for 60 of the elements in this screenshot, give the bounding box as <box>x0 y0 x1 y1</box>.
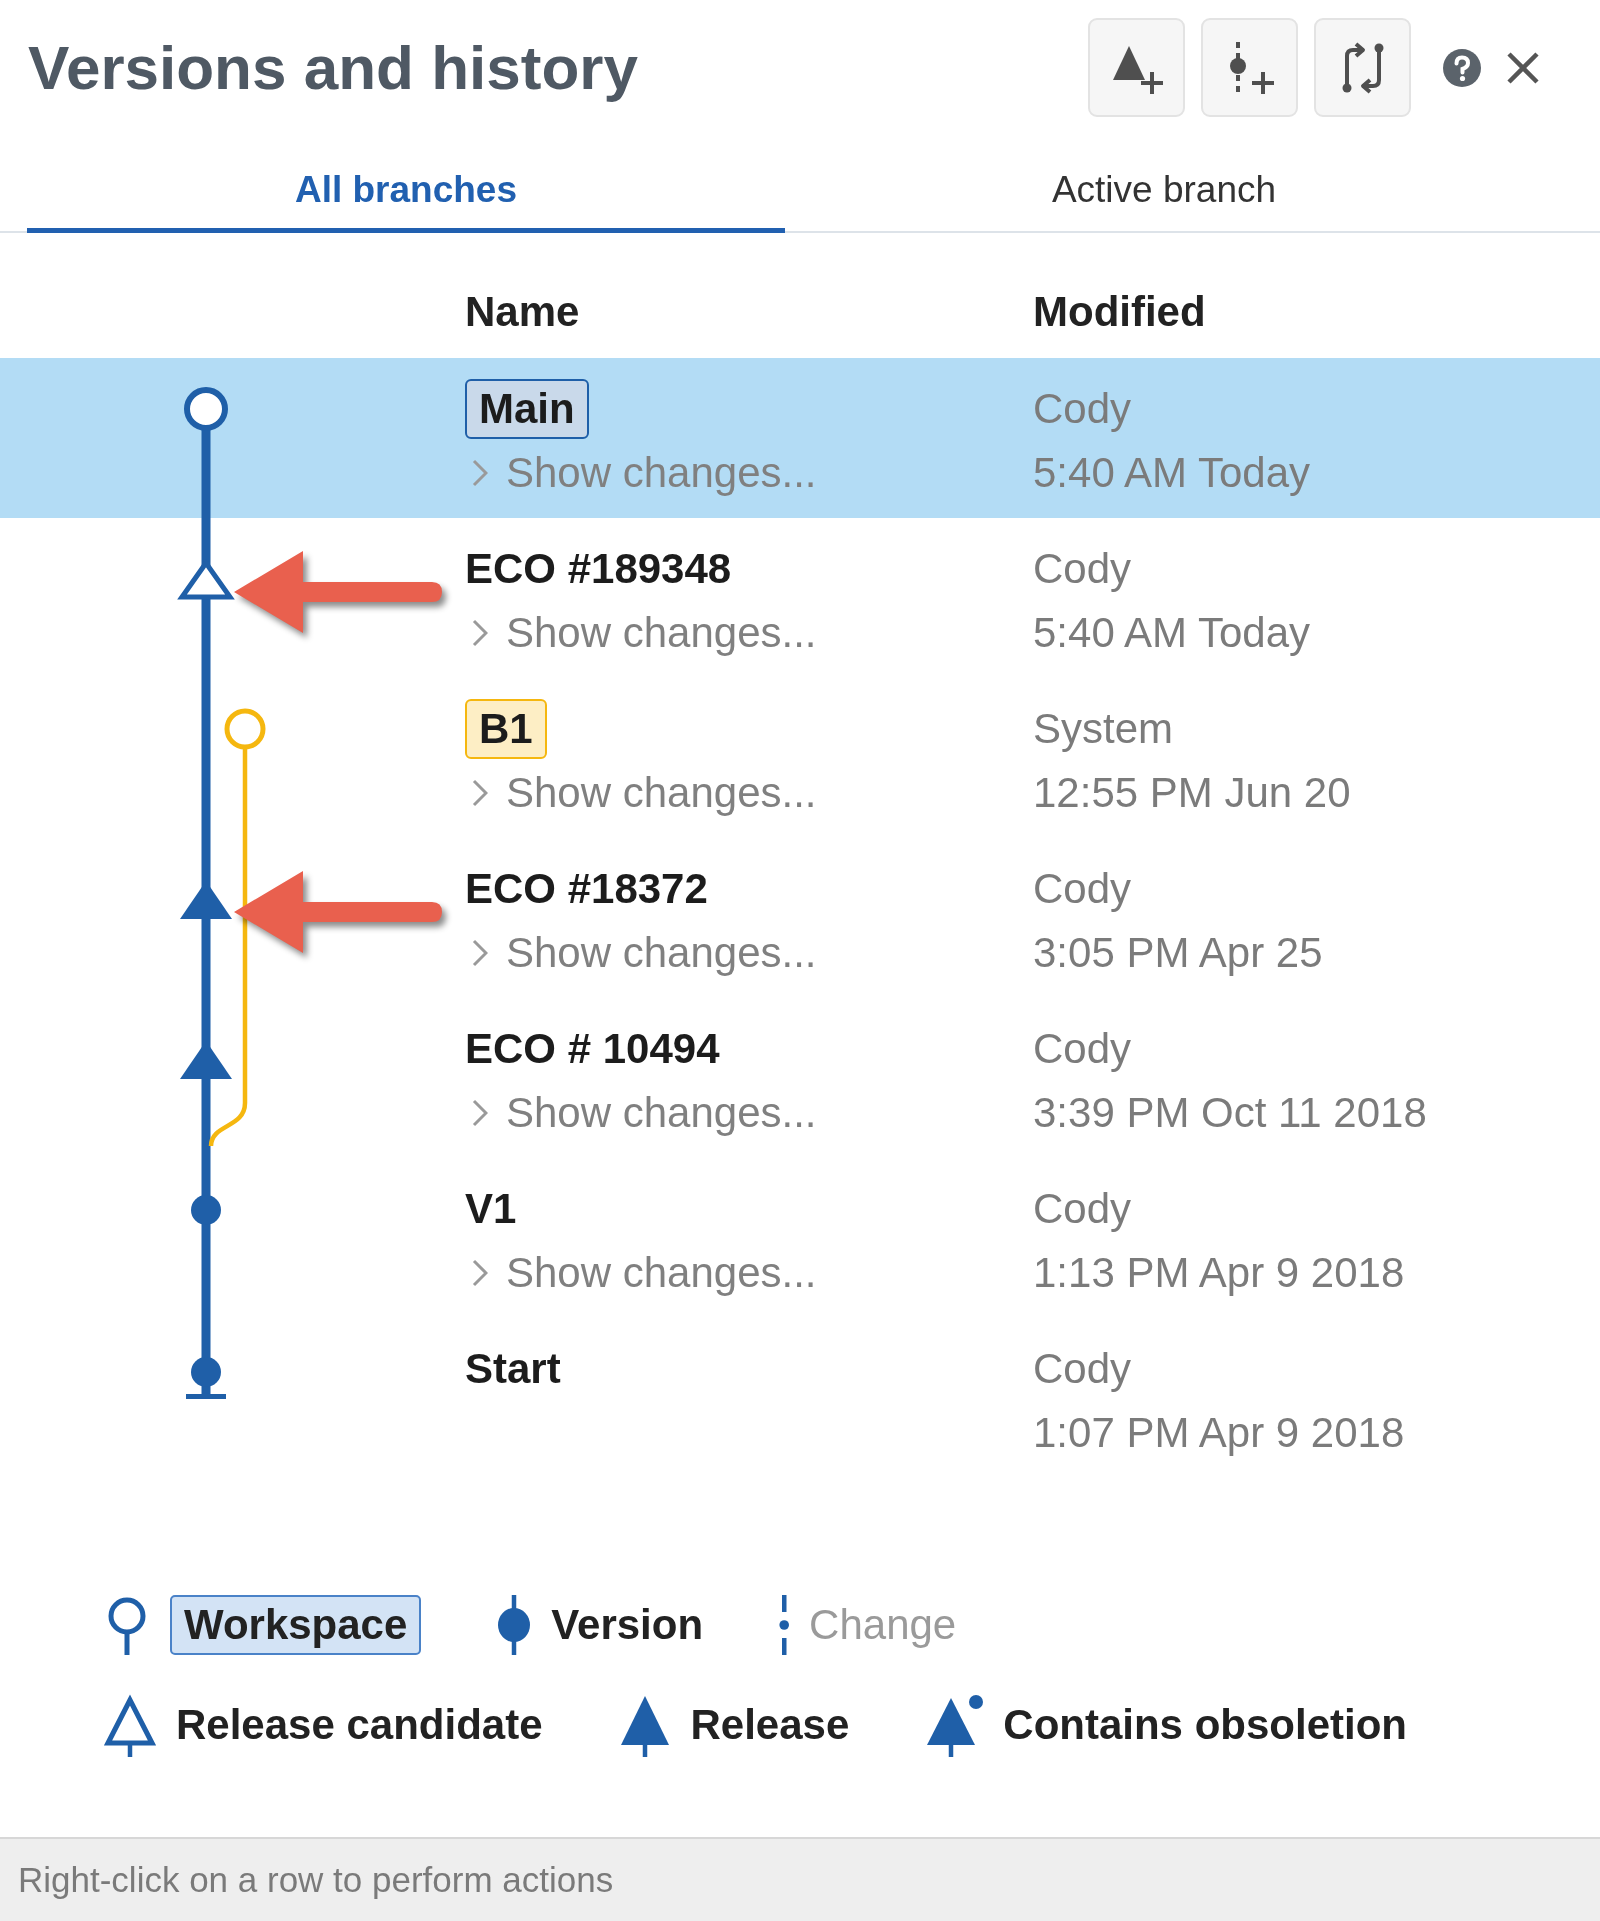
toolbar-button[interactable] <box>1088 18 1185 117</box>
legend-label: Contains obsoletion <box>1003 1701 1407 1749</box>
show-changes-toggle[interactable]: Show changes... <box>465 601 817 665</box>
version-row[interactable]: V1 Show changes... Cody 1:13 PM Apr 9 2018 <box>0 1158 1600 1318</box>
workspace-badge: B1 <box>465 699 547 759</box>
legend-label: Change <box>809 1601 957 1649</box>
show-changes-toggle[interactable]: Show changes... <box>465 1081 817 1145</box>
author-name: System <box>1033 704 1174 754</box>
legend-label: Release candidate <box>176 1701 543 1749</box>
chevron-icon <box>472 779 488 807</box>
triangle-dot-icon <box>925 1693 984 1757</box>
column-header[interactable]: Name <box>465 287 1033 337</box>
toolbar-button[interactable] <box>1201 18 1298 117</box>
show-changes-toggle[interactable]: Show changes... <box>465 1241 817 1305</box>
panel-title: Versions and history <box>28 31 639 104</box>
open-triangle-icon <box>104 1693 156 1757</box>
author-name: Cody <box>1033 544 1132 594</box>
modified-time: 3:39 PM Oct 11 2018 <box>1033 1088 1427 1138</box>
help-icon[interactable] <box>1443 48 1481 87</box>
status-text: Right-click on a row to perform actions <box>18 1860 614 1900</box>
legend-label: Release <box>690 1701 850 1749</box>
legend-label: Version <box>551 1601 704 1649</box>
toolbar-button[interactable] <box>1314 18 1411 117</box>
author-name: Cody <box>1033 1344 1132 1394</box>
version-name: ECO #18372 <box>465 864 708 914</box>
legend-label: Workspace <box>170 1595 422 1655</box>
modified-time: 5:40 AM Today <box>1033 608 1311 658</box>
chevron-icon <box>472 1259 488 1287</box>
show-changes-toggle[interactable]: Show changes... <box>465 921 817 985</box>
version-row[interactable]: Main Show changes... Cody 5:40 AM Today <box>0 358 1600 518</box>
version-name: ECO #189348 <box>465 544 732 594</box>
chevron-icon <box>472 939 488 967</box>
filled-dot-icon <box>497 1595 532 1655</box>
close-icon[interactable] <box>1506 50 1540 85</box>
workspace-badge: Main <box>465 379 589 439</box>
version-row[interactable]: B1 Show changes... System 12:55 PM Jun 20 <box>0 678 1600 838</box>
modified-time: 3:05 PM Apr 25 <box>1033 928 1323 978</box>
version-name: V1 <box>465 1184 517 1234</box>
version-row[interactable]: ECO #189348 Show changes... Cody 5:40 AM Today <box>0 518 1600 678</box>
chevron-icon <box>472 619 488 647</box>
version-row[interactable]: Start Cody 1:07 PM Apr 9 2018 <box>0 1318 1600 1478</box>
modified-time: 1:13 PM Apr 9 2018 <box>1033 1248 1405 1298</box>
show-changes-toggle[interactable]: Show changes... <box>465 761 817 825</box>
tab[interactable]: All branches <box>27 117 785 233</box>
chevron-icon <box>472 1099 488 1127</box>
version-row[interactable]: ECO # 10494 Show changes... Cody 3:39 PM Oct 11 2018 <box>0 998 1600 1158</box>
column-header[interactable]: Modified <box>1033 287 1600 337</box>
modified-time: 5:40 AM Today <box>1033 448 1311 498</box>
modified-time: 12:55 PM Jun 20 <box>1033 768 1351 818</box>
author-name: Cody <box>1033 384 1132 434</box>
chevron-icon <box>472 459 488 487</box>
author-name: Cody <box>1033 864 1132 914</box>
version-name: Start <box>465 1344 561 1394</box>
version-name: ECO # 10494 <box>465 1024 720 1074</box>
tab[interactable]: Active branch <box>785 117 1543 233</box>
author-name: Cody <box>1033 1184 1132 1234</box>
author-name: Cody <box>1033 1024 1132 1074</box>
dashed-line-icon <box>779 1595 790 1655</box>
modified-time: 1:07 PM Apr 9 2018 <box>1033 1408 1405 1458</box>
version-row[interactable]: ECO #18372 Show changes... Cody 3:05 PM Apr 25 <box>0 838 1600 998</box>
